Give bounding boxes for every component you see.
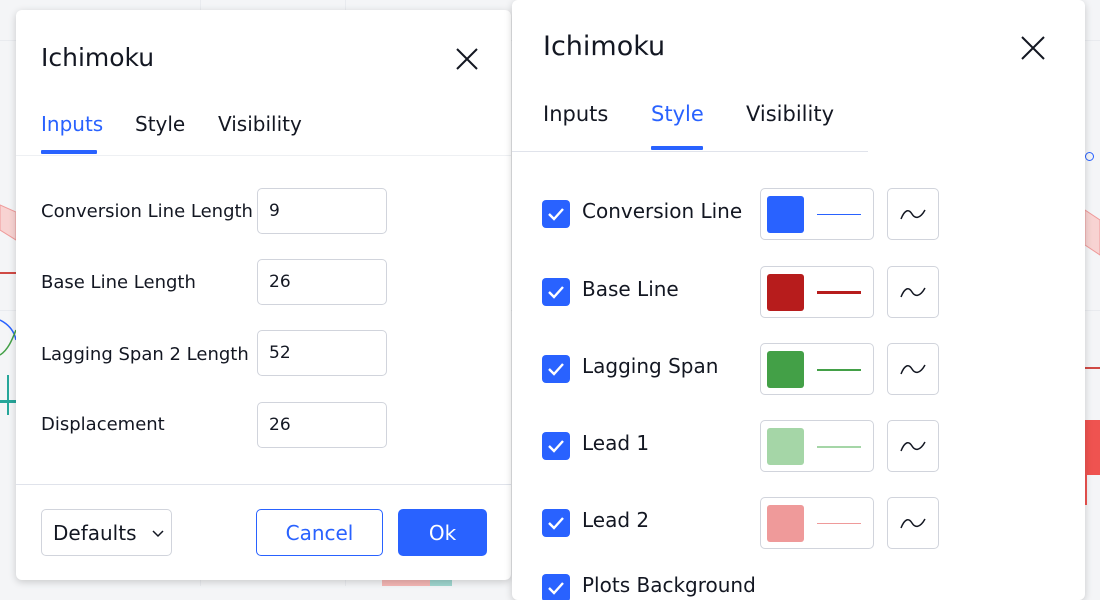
lead-2-color-picker[interactable] [760, 497, 874, 549]
ichimoku-cloud-right [1085, 209, 1100, 256]
cancel-button[interactable]: Cancel [256, 509, 383, 556]
conversion-line-checkbox[interactable] [542, 200, 570, 228]
conversion-line-color-picker[interactable] [760, 188, 874, 240]
color-swatch [767, 274, 804, 311]
line-sample [817, 523, 861, 524]
tab-bar: Inputs Style Visibility [512, 98, 1085, 150]
checkmark-icon [548, 363, 564, 376]
input-label: Displacement [41, 414, 165, 435]
wave-line-icon [900, 518, 926, 529]
defaults-dropdown[interactable]: Defaults [41, 509, 172, 556]
style-label: Lagging Span [582, 354, 719, 378]
input-label: Conversion Line Length [41, 201, 253, 222]
lead-1-checkbox[interactable] [542, 432, 570, 460]
checkmark-icon [548, 582, 564, 595]
checkmark-icon [548, 208, 564, 221]
color-swatch [767, 428, 804, 465]
tab-style[interactable]: Style [135, 112, 185, 136]
conversion-line-plot-style-button[interactable] [887, 188, 939, 240]
lead-2-plot-style-button[interactable] [887, 497, 939, 549]
tab-visibility[interactable]: Visibility [746, 102, 834, 126]
line-sample [817, 291, 861, 294]
lagging-span-color-picker[interactable] [760, 343, 874, 395]
input-label: Lagging Span 2 Length [41, 344, 249, 365]
lagging-span-plot-style-button[interactable] [887, 343, 939, 395]
wave-line-icon [900, 287, 926, 298]
tab-bar: Inputs Style Visibility [16, 110, 511, 156]
lagging-span-2-length-input[interactable] [257, 330, 387, 376]
base-line-plot-style-button[interactable] [887, 266, 939, 318]
base-line-length-input[interactable] [257, 259, 387, 305]
ichimoku-cloud-left [0, 204, 16, 241]
ichimoku-settings-dialog-inputs: Ichimoku Inputs Style Visibility Convers… [16, 10, 511, 580]
wave-line-icon [900, 209, 926, 220]
displacement-input[interactable] [257, 402, 387, 448]
tab-style[interactable]: Style [651, 102, 704, 126]
line-sample [817, 214, 861, 215]
footer-divider [16, 484, 511, 485]
lead-2-checkbox[interactable] [542, 509, 570, 537]
base-line-fragment-right [1085, 367, 1100, 369]
style-label: Conversion Line [582, 199, 743, 223]
active-tab-indicator [41, 150, 97, 154]
base-line-fragment-left [0, 272, 16, 274]
close-icon[interactable] [454, 46, 480, 72]
line-sample [817, 446, 861, 448]
ichimoku-settings-dialog-style: Ichimoku Inputs Style Visibility Convers… [512, 0, 1085, 600]
base-line-color-picker[interactable] [760, 266, 874, 318]
color-swatch [767, 505, 804, 542]
style-label: Plots Background [582, 573, 756, 597]
color-swatch [767, 351, 804, 388]
checkmark-icon [548, 440, 564, 453]
candle-right [1085, 420, 1100, 475]
style-label: Base Line [582, 277, 679, 301]
tab-inputs[interactable]: Inputs [41, 112, 103, 136]
base-line-checkbox[interactable] [542, 278, 570, 306]
close-icon[interactable] [1019, 34, 1047, 62]
style-label: Lead 2 [582, 508, 650, 532]
line-sample [817, 369, 861, 371]
checkmark-icon [548, 517, 564, 530]
lead-1-color-picker[interactable] [760, 420, 874, 472]
lead-lines-left [0, 319, 16, 356]
wave-line-icon [900, 364, 926, 375]
wave-line-icon [900, 441, 926, 452]
defaults-label: Defaults [53, 520, 137, 545]
tab-inputs[interactable]: Inputs [543, 102, 608, 126]
lead-1-plot-style-button[interactable] [887, 420, 939, 472]
conversion-line-length-input[interactable] [257, 188, 387, 234]
checkmark-icon [548, 286, 564, 299]
color-swatch [767, 196, 804, 233]
dialog-title: Ichimoku [543, 31, 666, 62]
active-tab-indicator [651, 146, 703, 150]
dialog-title: Ichimoku [41, 43, 155, 72]
plots-background-checkbox[interactable] [542, 574, 570, 600]
tabs-divider [512, 151, 868, 152]
input-label: Base Line Length [41, 272, 196, 293]
style-label: Lead 1 [582, 431, 650, 455]
ok-button[interactable]: Ok [398, 509, 487, 556]
chevron-down-icon [151, 529, 164, 537]
tab-visibility[interactable]: Visibility [218, 112, 302, 136]
lagging-span-checkbox[interactable] [542, 355, 570, 383]
